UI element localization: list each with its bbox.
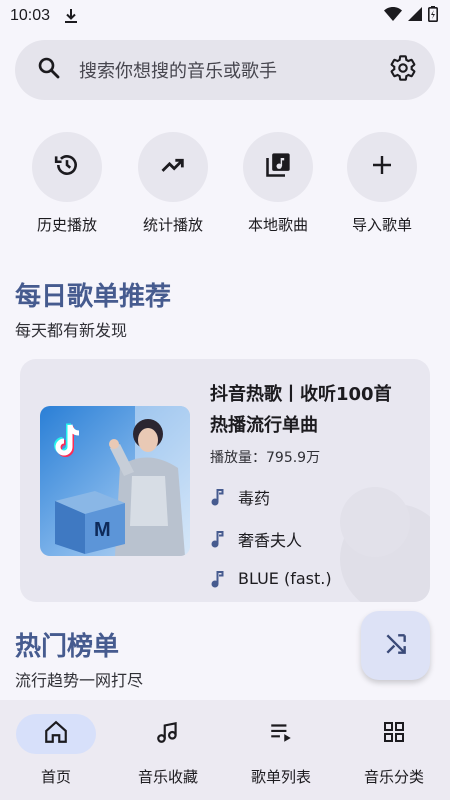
signal-icon [408,7,422,25]
plus-icon [370,153,394,181]
shuffle-icon [383,631,409,661]
history-icon [54,152,80,182]
nav-tab-home[interactable]: 首页 [0,714,112,787]
status-time: 10:03 [10,7,51,24]
quick-label: 历史播放 [36,216,97,234]
playlist-title-line1: 抖音热歌丨收听100首 [210,384,392,405]
song-title: 毒药 [238,489,271,508]
nav-tab-collection[interactable]: 音乐收藏 [112,714,224,787]
playlist-play-count: 播放量：795.9万 [210,450,321,466]
playlist-song[interactable]: BLUE (fast.) [210,569,410,588]
library-music-icon [264,151,292,183]
playlist-song[interactable]: 毒药 [210,485,410,509]
nav-tab-categories[interactable]: 音乐分类 [338,714,450,787]
nav-icon-container[interactable] [354,714,434,754]
song-title: BLUE (fast.) [238,569,332,588]
nav-label: 音乐分类 [363,768,424,786]
quick-history[interactable]: 历史播放 [22,132,112,235]
quick-label: 本地歌曲 [247,216,308,234]
nav-tab-playlists[interactable]: 歌单列表 [225,714,337,787]
category-grid-icon [382,720,406,748]
nav-label: 音乐收藏 [137,768,198,786]
nav-label: 首页 [40,768,71,786]
local-songs-button[interactable] [243,132,313,202]
status-bar: 10:03 [0,0,450,32]
shuffle-fab-button[interactable] [361,611,430,680]
wifi-icon [384,7,402,25]
history-button[interactable] [32,132,102,202]
battery-icon [428,6,438,26]
nav-label: 歌单列表 [250,768,311,786]
import-playlist-button[interactable] [347,132,417,202]
hot-section-subtitle: 流行趋势一网打尽 [15,671,144,690]
playlist-icon [268,719,294,749]
home-icon [43,719,69,749]
hot-section-title: 热门榜单 [15,632,120,662]
quick-local[interactable]: 本地歌曲 [233,132,323,235]
download-icon [64,8,78,24]
quick-label: 统计播放 [142,216,203,234]
quick-stats[interactable]: 统计播放 [128,132,218,235]
playlist-cover-image[interactable]: M [40,406,190,556]
playlist-card[interactable]: M 抖音热歌丨收听100首 热播流行单曲 播放量：795.9万 毒药 奢香夫人 [20,359,430,602]
music-note-icon [210,488,238,506]
playlist-info: 抖音热歌丨收听100首 热播流行单曲 播放量：795.9万 毒药 奢香夫人 BL… [210,379,410,588]
quick-actions: 历史播放 统计播放 本地歌曲 导入歌单 [0,132,450,235]
quick-import[interactable]: 导入歌单 [337,132,427,235]
nav-icon-container[interactable] [241,714,321,754]
daily-section-subtitle: 每天都有新发现 [15,321,128,340]
music-collection-icon [155,719,181,749]
settings-gear-icon[interactable] [389,54,417,86]
stats-button[interactable] [138,132,208,202]
search-bar[interactable]: 搜索你想搜的音乐或歌手 [15,40,435,100]
search-icon [37,56,61,84]
nav-active-indicator[interactable] [16,714,96,754]
search-input[interactable]: 搜索你想搜的音乐或歌手 [79,57,389,83]
daily-section-title: 每日歌单推荐 [15,282,172,312]
nav-icon-container[interactable] [128,714,208,754]
quick-label: 导入歌单 [351,216,412,234]
playlist-song[interactable]: 奢香夫人 [210,527,410,551]
song-title: 奢香夫人 [238,531,303,550]
svg-text:M: M [94,519,111,541]
music-note-icon [210,530,238,548]
playlist-title-line2: 热播流行单曲 [210,415,318,436]
trending-up-icon [159,151,187,183]
bottom-navigation: 首页 音乐收藏 歌单列表 音乐分类 [0,700,450,800]
music-note-icon [210,570,238,588]
